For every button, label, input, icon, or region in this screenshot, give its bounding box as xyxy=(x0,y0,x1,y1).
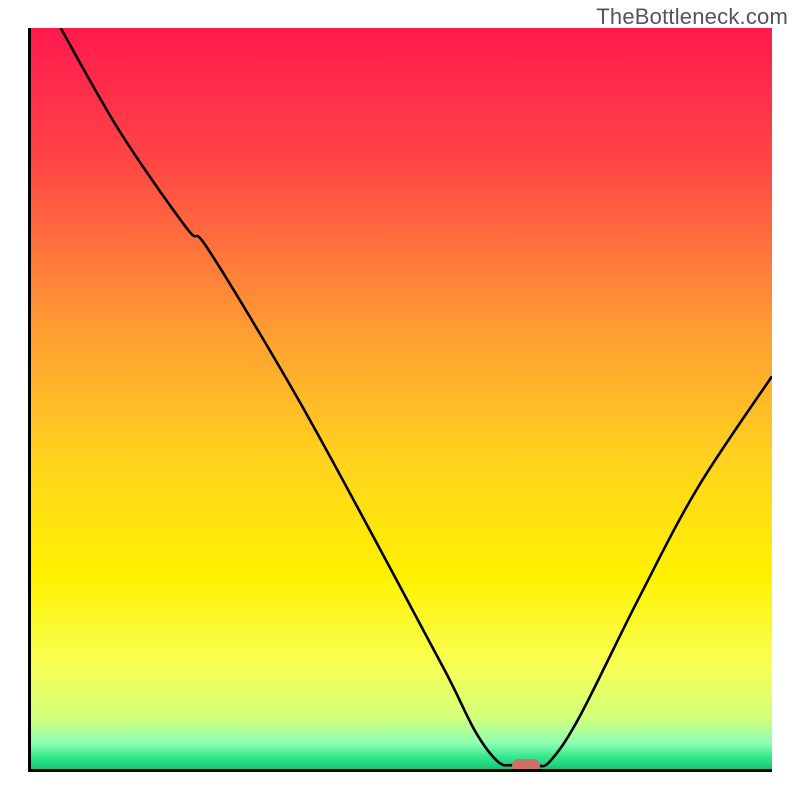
watermark-text: TheBottleneck.com xyxy=(596,4,788,30)
curve-layer xyxy=(31,28,772,769)
optimal-marker xyxy=(512,759,540,772)
chart-container: TheBottleneck.com xyxy=(0,0,800,800)
plot-area xyxy=(28,28,772,772)
bottleneck-curve xyxy=(61,28,772,766)
